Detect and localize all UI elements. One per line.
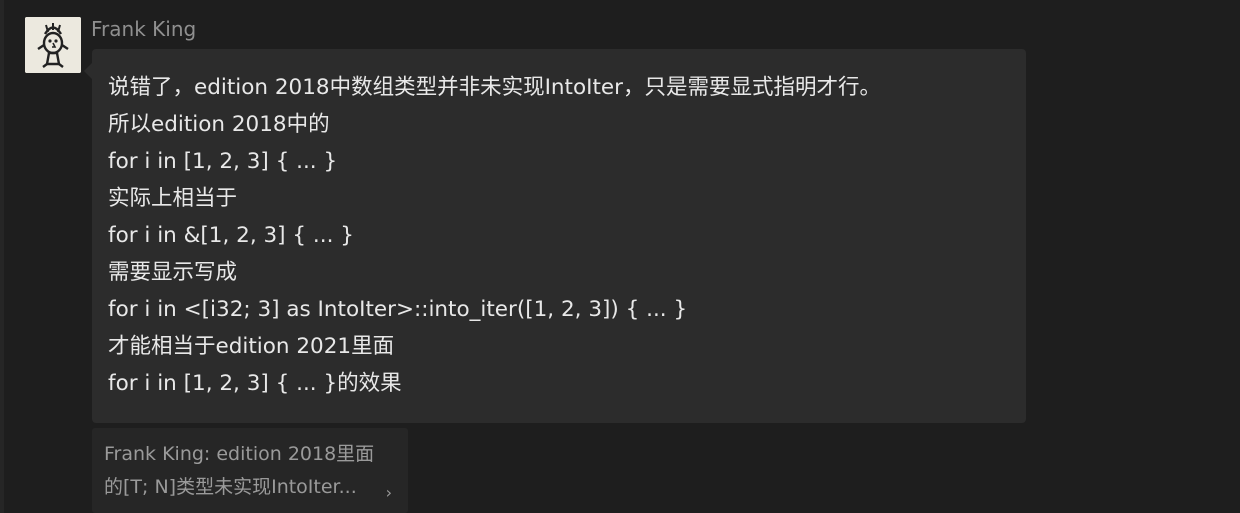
avatar[interactable]	[25, 17, 81, 73]
chat-panel: Frank King 说错了，edition 2018中数组类型并非未实现Int…	[0, 0, 1240, 513]
panel-divider	[0, 0, 4, 513]
message-line: 说错了，edition 2018中数组类型并非未实现IntoIter，只是需要显…	[108, 75, 881, 100]
message-line: for i in [1, 2, 3] { ... }的效果	[108, 371, 402, 396]
quoted-reply-line: 的[T; N]类型未实现IntoIter...	[104, 476, 357, 498]
message-line: 才能相当于edition 2021里面	[108, 334, 395, 359]
quoted-reply[interactable]: Frank King: edition 2018里面 的[T; N]类型未实现I…	[92, 428, 408, 513]
message-bubble[interactable]: 说错了，edition 2018中数组类型并非未实现IntoIter，只是需要显…	[84, 49, 1026, 423]
quoted-reply-line: Frank King: edition 2018里面	[104, 443, 375, 465]
message-line: for i in [1, 2, 3] { ... }	[108, 149, 338, 174]
chevron-right-icon[interactable]: ›	[386, 485, 392, 501]
message-line: 所以edition 2018中的	[108, 112, 330, 137]
sender-name[interactable]: Frank King	[91, 15, 196, 43]
message-line: 实际上相当于	[108, 186, 238, 211]
message-line: for i in &[1, 2, 3] { ... }	[108, 223, 354, 248]
message-line: 需要显示写成	[108, 260, 238, 285]
message-line: for i in <[i32; 3] as IntoIter>::into_it…	[108, 297, 688, 322]
cartoon-avatar-icon	[25, 17, 81, 73]
